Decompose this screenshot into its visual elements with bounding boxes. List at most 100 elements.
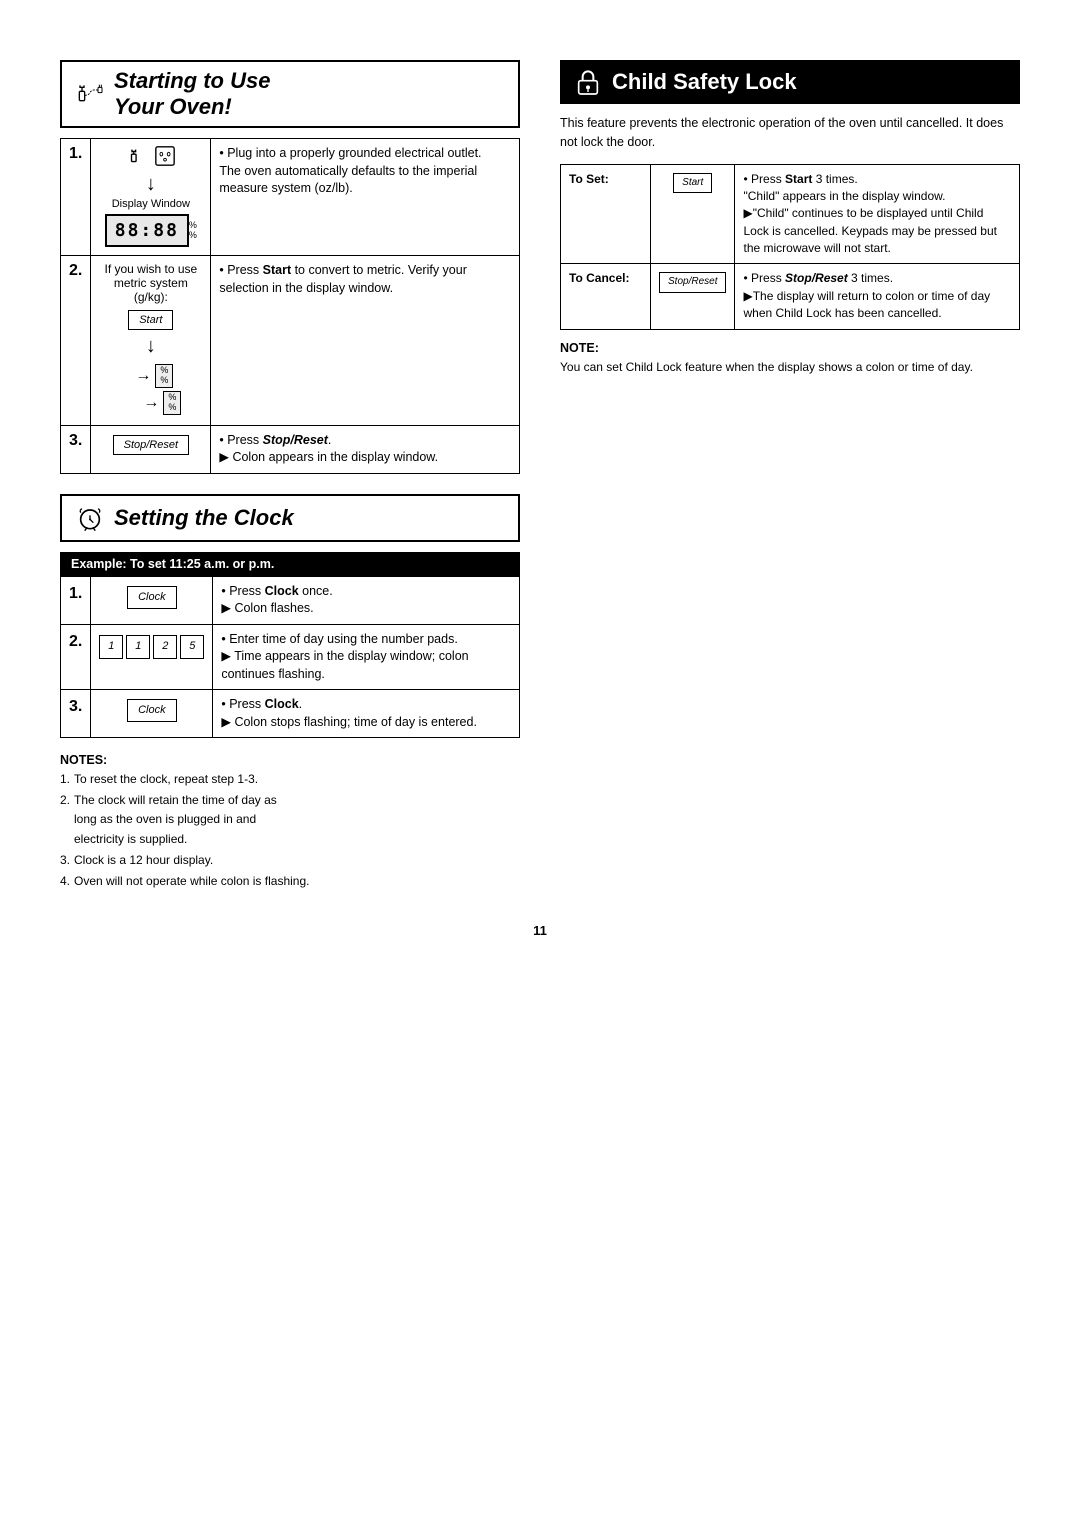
oven-step-3: 3. Stop/Reset • Press Stop/Reset. ▶ Colo… [61,425,520,473]
hand-plug-icon [74,78,106,110]
clock-notes-label: NOTES: [60,750,520,770]
metric-arrows: → %% → %% [135,364,181,415]
child-to-set-text: • Press Start 3 times. "Child" appears i… [735,164,1020,264]
clock-title: Setting the Clock [114,505,294,531]
clock-step-1-text: • Press Clock once. ▶ Colon flashes. [213,576,520,624]
oven-step-1: 1. [61,139,520,256]
step-2-visual: If you wish to use metric system (g/kg):… [99,262,202,419]
child-to-cancel-text: • Press Stop/Reset 3 times. ▶The display… [735,264,1020,329]
lock-icon [572,66,604,98]
step-2-image: If you wish to use metric system (g/kg):… [91,256,211,426]
step-3-image: Stop/Reset [91,425,211,473]
step-2-bullet: • Press Start to convert to metric. Veri… [219,263,467,295]
step-1-bullet: • Plug into a properly grounded electric… [219,146,481,160]
outlet-icon [154,145,176,167]
child-to-set-bullet1: • Press Start 3 times. [743,172,857,186]
clock-step-1-image: Clock [91,576,213,624]
down-arrow-step1: ↓ [146,173,156,196]
clock-notes-list: To reset the clock, repeat step 1-3. The… [60,770,520,891]
display-digits: 88:88 [105,214,189,247]
clock-button-step1[interactable]: Clock [127,586,177,609]
child-safety-title: Child Safety Lock [612,69,797,95]
clock-step-3-num: 3. [61,690,91,738]
starting-to-use-section: Starting to Use Your Oven! 1. [60,60,520,474]
down-arrow-step2: ↓ [146,335,156,358]
step-3-num: 3. [61,425,91,473]
child-to-cancel-row: To Cancel: Stop/Reset • Press Stop/Reset… [561,264,1020,329]
child-note-text: You can set Child Lock feature when the … [560,359,1020,376]
step-1-num: 1. [61,139,91,256]
clock-note-3: Clock is a 12 hour display. [60,851,520,870]
step-2-num: 2. [61,256,91,426]
clock-step-1-bullet: • Press Clock once. [221,584,332,598]
clock-note-1: To reset the clock, repeat step 1-3. [60,770,520,789]
clock-step-2-body: ▶ Time appears in the display window; co… [221,649,468,681]
step-1-text: • Plug into a properly grounded electric… [211,139,520,256]
num-1-btn-a[interactable]: 1 [99,635,123,659]
clock-steps-table: 1. Clock • Press Clock once. ▶ Colon fla… [60,576,520,739]
clock-note-4: Oven will not operate while colon is fla… [60,872,520,891]
clock-example-bar: Example: To set 11:25 a.m. or p.m. [60,552,520,576]
oven-steps-table: 1. [60,138,520,474]
clock-step-3-image: Clock [91,690,213,738]
child-to-set-label: To Set: [561,164,651,264]
clock-step-1-visual: Clock [99,583,204,612]
clock-button-step3[interactable]: Clock [127,699,177,722]
start-button-child[interactable]: Start [673,173,712,194]
display-window-label: Display Window [112,198,190,210]
step-1-body: The oven automatically defaults to the i… [219,164,477,196]
clock-step-2-num: 2. [61,624,91,690]
clock-step-3-visual: Clock [99,696,204,725]
clock-step-2-image: 1 1 2 5 [91,624,213,690]
child-to-cancel-label: To Cancel: [561,264,651,329]
clock-note-2: The clock will retain the time of day as… [60,791,520,849]
display-percent: %% [189,221,197,241]
step-1-visual: ↓ Display Window 88:88 %% [99,145,202,249]
oven-step-2: 2. If you wish to use metric system (g/k… [61,256,520,426]
step-1-image: ↓ Display Window 88:88 %% [91,139,211,256]
child-safety-header: Child Safety Lock [560,60,1020,104]
child-to-cancel-image: Stop/Reset [651,264,735,329]
child-to-set-bullet2: "Child" appears in the display window. [743,189,945,203]
child-safety-table: To Set: Start • Press Start 3 times. "Ch… [560,164,1020,330]
child-to-set-row: To Set: Start • Press Start 3 times. "Ch… [561,164,1020,264]
empty-cell [560,494,1020,894]
step-3-body: ▶ Colon appears in the display window. [219,450,438,464]
child-note-label: NOTE: [560,341,599,355]
clock-step-2-bullet: • Enter time of day using the number pad… [221,632,457,646]
stop-reset-button-step3[interactable]: Stop/Reset [113,435,189,455]
alarm-clock-icon [74,502,106,534]
clock-step-2: 2. 1 1 2 5 • Enter time of day using the… [61,624,520,690]
starting-to-use-title: Starting to Use Your Oven! [114,68,270,120]
child-safety-section: Child Safety Lock This feature prevents … [560,60,1020,474]
starting-to-use-header: Starting to Use Your Oven! [60,60,520,128]
step-2-intro: If you wish to use metric system (g/kg): [99,262,202,304]
clock-step-1-body: ▶ Colon flashes. [221,601,313,615]
clock-step-3-text: • Press Clock. ▶ Colon stops flashing; t… [213,690,520,738]
step-2-text: • Press Start to convert to metric. Veri… [211,256,520,426]
child-cancel-bullet2: ▶The display will return to colon or tim… [743,289,990,320]
child-intro-text: This feature prevents the electronic ope… [560,114,1020,152]
child-to-set-bullet3: ▶"Child" continues to be displayed until… [743,206,996,255]
num-1-btn-b[interactable]: 1 [126,635,150,659]
clock-notes: NOTES: To reset the clock, repeat step 1… [60,750,520,891]
setting-clock-section: Setting the Clock Example: To set 11:25 … [60,494,520,894]
clock-step-2-text: • Enter time of day using the number pad… [213,624,520,690]
child-note: NOTE: You can set Child Lock feature whe… [560,340,1020,376]
step-3-bullet: • Press Stop/Reset. [219,433,331,447]
num-2-btn[interactable]: 2 [153,635,177,659]
start-button-step2[interactable]: Start [128,310,173,330]
clock-step-1: 1. Clock • Press Clock once. ▶ Colon fla… [61,576,520,624]
child-to-set-image: Start [651,164,735,264]
clock-step-3-body: ▶ Colon stops flashing; time of day is e… [221,715,477,729]
stop-reset-button-child[interactable]: Stop/Reset [659,272,726,293]
clock-step-2-visual: 1 1 2 5 [99,631,204,663]
step-3-text: • Press Stop/Reset. ▶ Colon appears in t… [211,425,520,473]
page-number: 11 [60,923,1020,938]
step-3-visual: Stop/Reset [99,432,202,458]
num-5-btn[interactable]: 5 [180,635,204,659]
clock-step-1-num: 1. [61,576,91,624]
numpad-row: 1 1 2 5 [99,635,204,659]
clock-step-3-bullet: • Press Clock. [221,697,302,711]
clock-header: Setting the Clock [60,494,520,542]
